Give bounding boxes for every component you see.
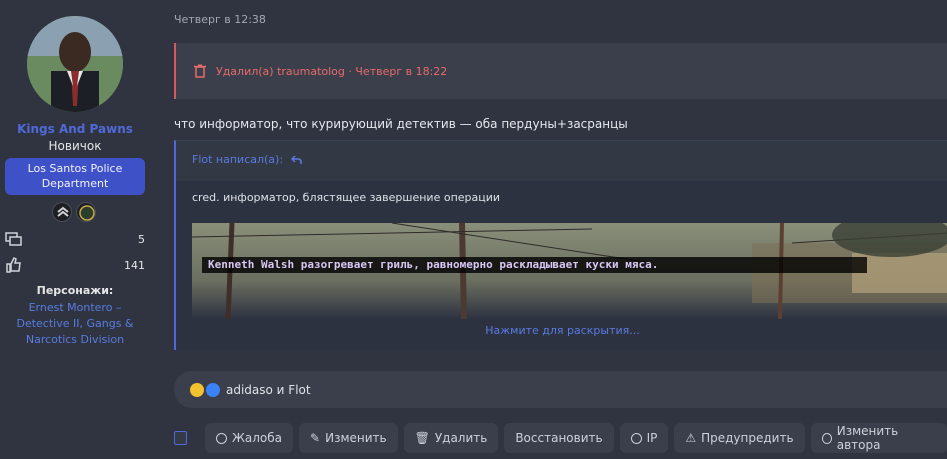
quote-screenshot-caption: Kenneth Walsh разогревает гриль, равноме… bbox=[202, 257, 867, 273]
select-post-checkbox[interactable] bbox=[174, 431, 187, 445]
message-count[interactable]: 5 bbox=[5, 230, 145, 248]
crying-emoji-icon bbox=[190, 382, 204, 397]
username[interactable]: Kings And Pawns bbox=[0, 122, 150, 136]
restore-label: Восстановить bbox=[515, 431, 603, 445]
characters-label: Персонажи: bbox=[36, 284, 114, 297]
report-label: Жалоба bbox=[231, 431, 283, 445]
user-sidebar: Kings And Pawns Новичок Los Santos Polic… bbox=[0, 0, 150, 459]
reactions-text[interactable]: adidaso и Flot bbox=[226, 383, 311, 397]
report-button[interactable]: Жалоба bbox=[204, 423, 294, 453]
rank-chevron-icon[interactable] bbox=[52, 202, 72, 222]
characters-value[interactable]: Ernest Montero – Detective II, Gangs & N… bbox=[10, 300, 140, 348]
globe-icon bbox=[821, 432, 832, 444]
quote-author[interactable]: Flot написал(а): bbox=[192, 153, 283, 166]
trash-icon: 🗑 bbox=[414, 431, 430, 445]
quote-block: Flot написал(а): cred. информатор, бляст… bbox=[174, 140, 947, 351]
deleted-notice-text: Удалил(а) traumatolog · Четверг в 18:22 bbox=[216, 64, 448, 78]
ip-button[interactable]: IP bbox=[619, 423, 669, 453]
reactions-bar[interactable]: adidaso и Flot bbox=[174, 371, 947, 408]
edit-button[interactable]: ✎ Изменить bbox=[299, 423, 398, 453]
warning-icon: ⚠ bbox=[685, 431, 697, 445]
ip-label: IP bbox=[646, 431, 658, 445]
change-author-button[interactable]: Изменить автора bbox=[810, 423, 947, 453]
post-date[interactable]: Четверг в 12:38 bbox=[174, 13, 266, 26]
warn-button[interactable]: ⚠ Предупредить bbox=[674, 423, 805, 453]
quote-header[interactable]: Flot написал(а): bbox=[192, 153, 302, 166]
messages-icon bbox=[5, 232, 22, 246]
reaction-score-value: 141 bbox=[124, 258, 145, 272]
edit-label: Изменить bbox=[325, 431, 387, 445]
expand-quote-link[interactable]: Нажмите для раскрытия... bbox=[176, 324, 947, 337]
thumbs-up-icon bbox=[6, 256, 21, 273]
change-author-label: Изменить автора bbox=[836, 424, 899, 452]
restore-button[interactable]: Восстановить bbox=[504, 423, 614, 453]
trophy-badges bbox=[52, 202, 96, 222]
pencil-icon: ✎ bbox=[310, 431, 321, 445]
globe-icon bbox=[630, 432, 642, 444]
quote-screenshot[interactable]: Kenneth Walsh разогревает гриль, равноме… bbox=[192, 223, 947, 319]
like-reaction-icon bbox=[206, 382, 220, 397]
go-to-quote-icon[interactable] bbox=[291, 154, 302, 165]
quote-text: cred. информатор, блястящее завершение о… bbox=[192, 191, 501, 204]
reaction-score[interactable]: 141 bbox=[5, 256, 145, 274]
quote-body: cred. информатор, блястящее завершение о… bbox=[176, 181, 947, 351]
faction-emblem-icon[interactable] bbox=[76, 202, 96, 222]
post-text: что информатор, что курирующий детектив … bbox=[174, 117, 628, 131]
user-banner: Los Santos Police Department bbox=[5, 158, 145, 195]
deleted-notice: Удалил(а) traumatolog · Четверг в 18:22 bbox=[174, 43, 947, 99]
delete-button[interactable]: 🗑 Удалить bbox=[403, 423, 499, 453]
message-count-value: 5 bbox=[138, 232, 145, 246]
post-actions: Жалоба ✎ Изменить 🗑 Удалить Восстановить I… bbox=[174, 423, 947, 453]
avatar[interactable] bbox=[27, 16, 123, 112]
warn-label: Предупредить bbox=[701, 431, 794, 445]
report-icon bbox=[215, 432, 227, 444]
delete-label: Удалить bbox=[434, 431, 488, 445]
user-title: Новичок bbox=[48, 139, 102, 153]
trash-icon bbox=[194, 64, 206, 78]
post-content: Четверг в 12:38 Удалил(а) traumatolog · … bbox=[150, 0, 947, 459]
